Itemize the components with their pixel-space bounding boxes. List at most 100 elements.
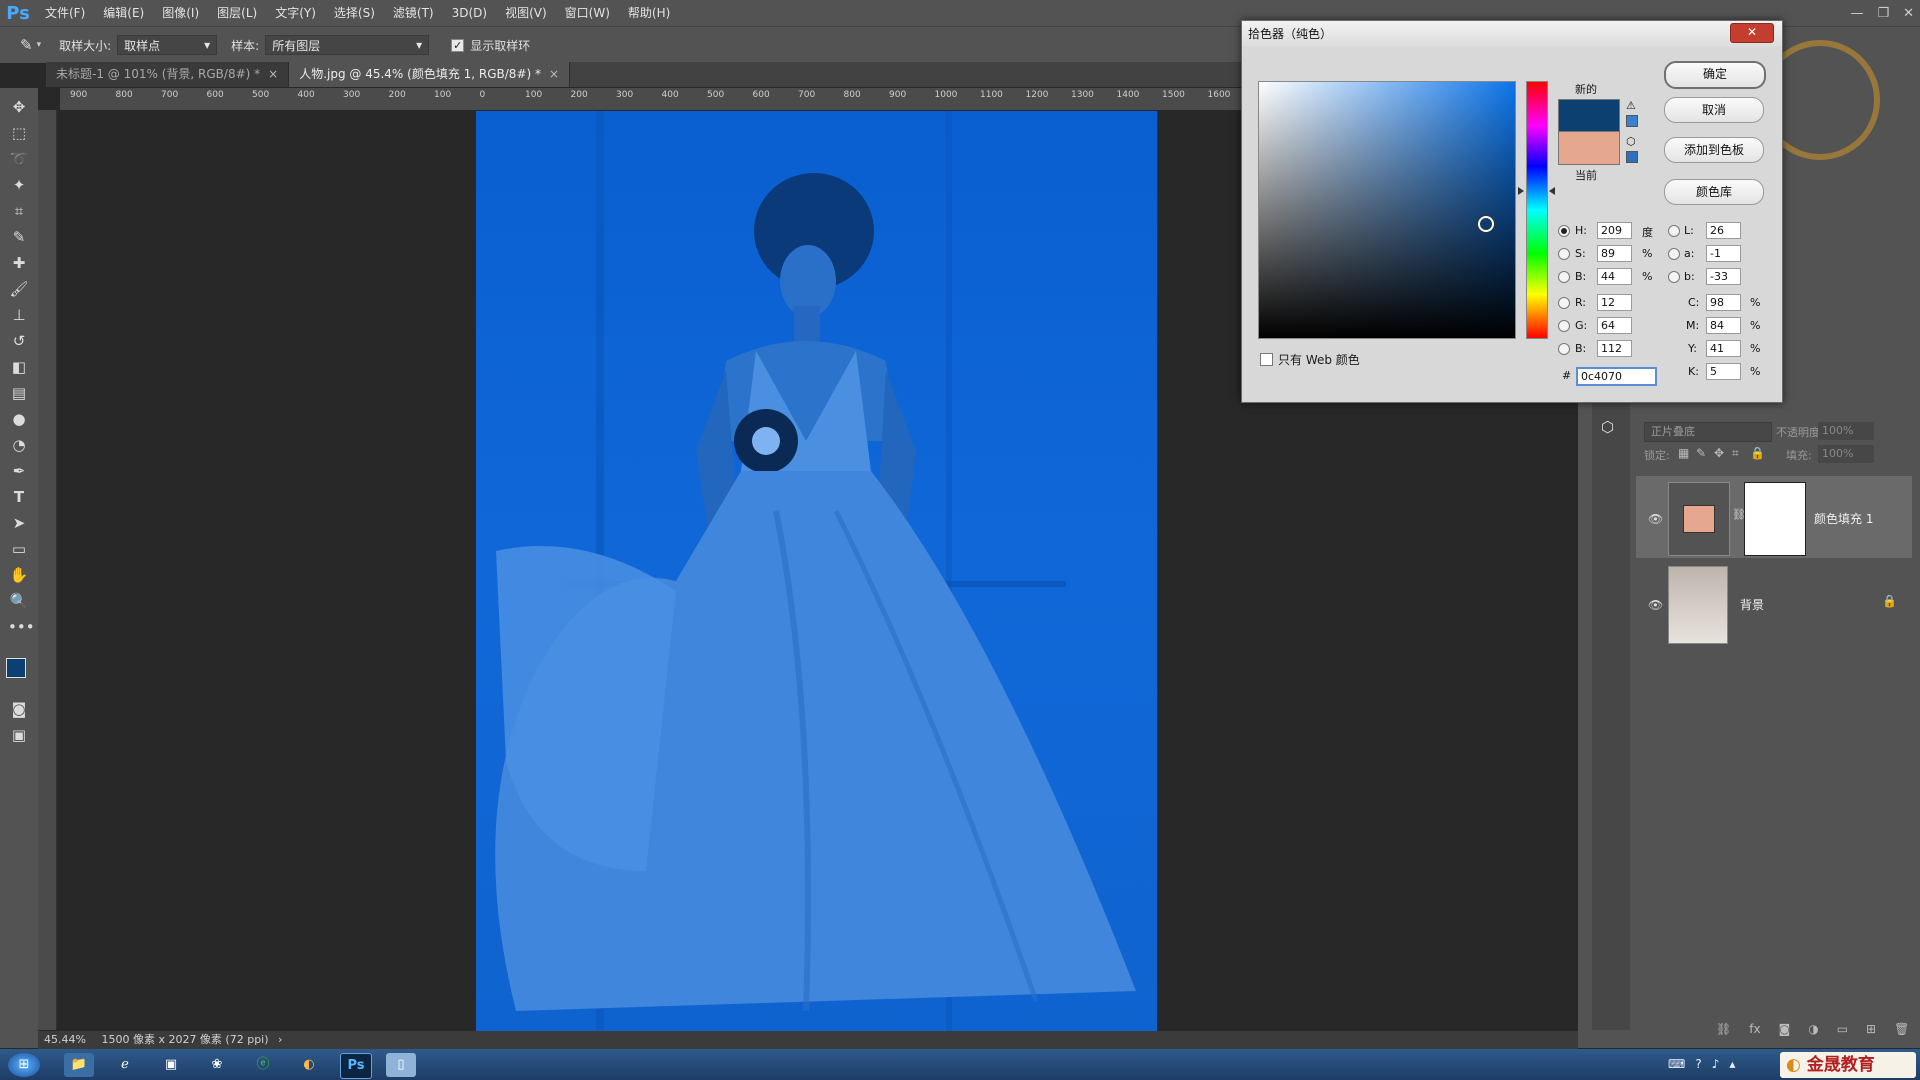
keyboard-icon[interactable]: ⌨ (1668, 1057, 1685, 1071)
window-taskbar-icon[interactable]: ▯ (386, 1053, 416, 1077)
close-icon[interactable]: ✕ (1903, 6, 1914, 21)
adjustment-layer-icon[interactable]: ◑ (1808, 1022, 1818, 1036)
hex-field[interactable]: 0c4070 (1576, 367, 1657, 386)
lock-brush-icon[interactable]: ✎ (1696, 446, 1706, 460)
add-mask-icon[interactable]: ◙ (1779, 1022, 1791, 1036)
type-tool-icon[interactable]: T (8, 486, 30, 508)
dodge-tool-icon[interactable]: ◔ (8, 434, 30, 456)
menu-layer[interactable]: 图层(L) (208, 0, 266, 26)
eraser-tool-icon[interactable]: ◧ (8, 356, 30, 378)
blur-tool-icon[interactable]: ● (8, 408, 30, 430)
gradient-tool-icon[interactable]: ▤ (8, 382, 30, 404)
speaker-icon[interactable]: ♪ (1712, 1057, 1720, 1071)
y-field[interactable]: 41 (1706, 340, 1741, 357)
color-libraries-button[interactable]: 颜色库 (1664, 179, 1764, 205)
b-rgb-field[interactable]: 112 (1597, 340, 1632, 357)
shape-tool-icon[interactable]: ▭ (8, 538, 30, 560)
move-tool-icon[interactable]: ✥ (8, 96, 30, 118)
layer-name[interactable]: 背景 (1740, 596, 1764, 613)
healing-brush-icon[interactable]: ✚ (8, 252, 30, 274)
pen-tool-icon[interactable]: ✒ (8, 460, 30, 482)
radio-b-hsb[interactable] (1558, 271, 1570, 283)
more-tools-icon[interactable]: ••• (8, 616, 35, 638)
c-field[interactable]: 98 (1706, 294, 1741, 311)
lasso-tool-icon[interactable]: ➰ (8, 148, 30, 170)
history-brush-icon[interactable]: ↺ (8, 330, 30, 352)
new-group-icon[interactable]: ▭ (1837, 1022, 1848, 1036)
tab-untitled[interactable]: 未标题-1 @ 101% (背景, RGB/8#) * × (46, 62, 290, 87)
radio-lab-b[interactable] (1668, 271, 1680, 283)
ok-button[interactable]: 确定 (1664, 61, 1766, 89)
menu-select[interactable]: 选择(S) (325, 0, 384, 26)
sample-select[interactable]: 所有图层 ▾ (265, 35, 430, 55)
tab-portrait[interactable]: 人物.jpg @ 45.4% (颜色填充 1, RGB/8#) * × (289, 62, 571, 87)
zoom-level[interactable]: 45.44% (44, 1033, 86, 1046)
web-safe-swatch[interactable] (1626, 151, 1638, 163)
app-icon[interactable]: ❀ (202, 1053, 232, 1077)
web-only-checkbox[interactable] (1260, 353, 1273, 366)
layer-name[interactable]: 颜色填充 1 (1814, 510, 1873, 527)
m-field[interactable]: 84 (1706, 317, 1741, 334)
h-field[interactable]: 209 (1597, 222, 1632, 239)
media-icon[interactable]: ◐ (294, 1053, 324, 1077)
tray-arrow-icon[interactable]: ▴ (1729, 1057, 1735, 1071)
lock-position-icon[interactable]: ✥ (1714, 446, 1724, 460)
fill-field[interactable]: 100% (1818, 445, 1874, 463)
stamp-tool-icon[interactable]: ⊥ (8, 304, 30, 326)
radio-g[interactable] (1558, 320, 1570, 332)
radio-r[interactable] (1558, 297, 1570, 309)
menu-help[interactable]: 帮助(H) (619, 0, 679, 26)
menu-image[interactable]: 图像(I) (153, 0, 208, 26)
gamut-color-swatch[interactable] (1626, 115, 1638, 127)
3d-cube-icon[interactable]: ⬡ (1601, 418, 1614, 436)
lock-all-icon[interactable]: 🔒 (1750, 446, 1765, 460)
start-button-icon[interactable]: ⊞ (8, 1053, 40, 1077)
radio-l[interactable] (1668, 225, 1680, 237)
foreground-color-swatch[interactable] (6, 658, 26, 678)
menu-window[interactable]: 窗口(W) (556, 0, 619, 26)
dialog-title-bar[interactable]: 拾色器（纯色） ✕ (1242, 21, 1782, 47)
close-icon[interactable]: × (549, 67, 559, 81)
chevron-right-icon[interactable]: › (278, 1033, 282, 1046)
b-hsb-field[interactable]: 44 (1597, 268, 1632, 285)
a-field[interactable]: -1 (1706, 245, 1741, 262)
radio-h[interactable] (1558, 225, 1570, 237)
marquee-tool-icon[interactable]: ⬚ (8, 122, 30, 144)
magic-wand-icon[interactable]: ✦ (8, 174, 30, 196)
radio-a[interactable] (1668, 248, 1680, 260)
zoom-tool-icon[interactable]: 🔍 (8, 590, 30, 612)
radio-b-rgb[interactable] (1558, 343, 1570, 355)
eyedropper-tool-icon[interactable]: ✎ (8, 226, 30, 248)
eyedropper-icon[interactable]: ✎ (20, 36, 33, 54)
spreadsheet-icon[interactable]: ⓔ (248, 1053, 278, 1077)
quick-mask-icon[interactable]: ◙ (8, 698, 30, 720)
dialog-close-button[interactable]: ✕ (1730, 23, 1774, 43)
cancel-button[interactable]: 取消 (1664, 97, 1764, 123)
g-field[interactable]: 64 (1597, 317, 1632, 334)
radio-s[interactable] (1558, 248, 1570, 260)
eye-icon[interactable]: 👁 (1648, 598, 1663, 612)
opacity-field[interactable]: 100% (1818, 422, 1874, 440)
new-layer-icon[interactable]: ⊞ (1866, 1022, 1876, 1036)
hue-slider-right-handle[interactable] (1549, 187, 1555, 195)
chevron-down-icon[interactable]: ▾ (37, 40, 42, 50)
menu-type[interactable]: 文字(Y) (266, 0, 325, 26)
brush-tool-icon[interactable]: 🖌 (8, 278, 30, 300)
current-color-swatch[interactable] (1558, 131, 1620, 165)
gamut-warning-icon[interactable]: ⚠ (1626, 99, 1636, 112)
menu-filter[interactable]: 滤镜(T) (384, 0, 443, 26)
browser-icon[interactable]: ℯ (110, 1053, 140, 1077)
k-field[interactable]: 5 (1706, 363, 1741, 380)
lock-pixels-icon[interactable]: ▦ (1678, 446, 1689, 460)
web-safe-icon[interactable]: ⬡ (1626, 135, 1636, 148)
eye-icon[interactable]: 👁 (1648, 512, 1663, 526)
layer-background[interactable]: 👁 背景 🔒 (1636, 562, 1912, 644)
layer-color-fill[interactable]: 👁 ⛓ 颜色填充 1 (1636, 476, 1912, 558)
fx-icon[interactable]: fx (1749, 1022, 1760, 1036)
show-ring-checkbox[interactable]: ✓ (451, 38, 465, 52)
menu-3d[interactable]: 3D(D) (443, 0, 496, 26)
image-viewer-icon[interactable]: ▣ (156, 1053, 186, 1077)
restore-icon[interactable]: ❐ (1877, 6, 1889, 21)
minimize-icon[interactable]: — (1850, 6, 1863, 21)
hue-slider[interactable] (1526, 81, 1548, 339)
